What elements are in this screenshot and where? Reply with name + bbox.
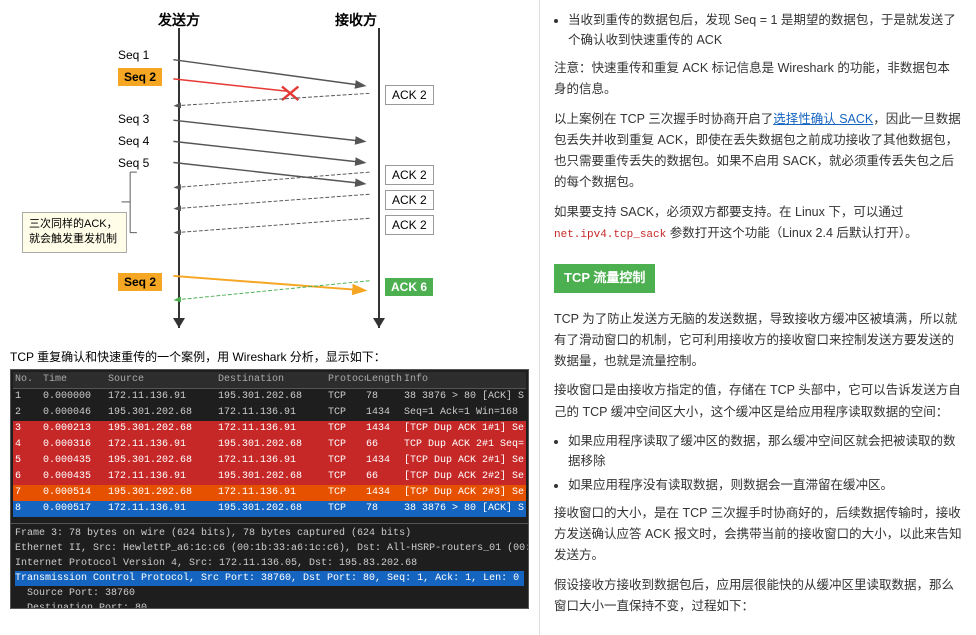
- seq-label-2b: Seq 2: [118, 273, 162, 291]
- receiver-timeline: [378, 28, 380, 328]
- ack-label-2a: ACK 2: [385, 85, 434, 105]
- table-row[interactable]: 8 0.000517 172.11.136.91 195.301.202.68 …: [13, 501, 526, 517]
- diagram-arrows: [10, 10, 529, 340]
- diagram-title-sender: 发送方: [158, 10, 200, 30]
- seq-label-1: Seq 1: [118, 48, 149, 62]
- detail-row: Internet Protocol Version 4, Src: 172.11…: [15, 556, 524, 571]
- table-row[interactable]: 1 0.000000 172.11.136.91 195.301.202.68 …: [13, 389, 526, 405]
- section-header-wrapper: TCP 流量控制: [554, 254, 962, 300]
- ack-label-2b: ACK 2: [385, 165, 434, 185]
- diagram-title-receiver: 接收方: [335, 10, 377, 30]
- left-panel: 发送方 接收方 Seq 1 Seq 2 Seq 3 Seq 4 Seq 5 Se…: [0, 0, 540, 635]
- bullet-item: 如果应用程序没有读取数据，则数据会一直滞留在缓冲区。: [568, 475, 962, 495]
- detail-row: Ethernet II, Src: HewlettP_a6:1c:c6 (00:…: [15, 541, 524, 556]
- sack-link[interactable]: 选择性确认 SACK: [773, 112, 873, 126]
- detail-row-selected[interactable]: Transmission Control Protocol, Src Port:…: [15, 571, 524, 586]
- ack-label-2d: ACK 2: [385, 215, 434, 235]
- seq-label-5: Seq 5: [118, 156, 149, 170]
- table-row[interactable]: 2 0.000046 195.301.202.68 172.11.136.91 …: [13, 405, 526, 421]
- top-bullets: 当收到重传的数据包后，发现 Seq = 1 是期望的数据包，于是就发送了个确认收…: [568, 10, 962, 50]
- window-bullets: 如果应用程序读取了缓冲区的数据，那么缓冲空间区就会把被读取的数据移除 如果应用程…: [568, 431, 962, 495]
- section-title: TCP 流量控制: [554, 264, 655, 292]
- bracket-text: 三次同样的ACK，就会触发重发机制: [29, 218, 118, 245]
- section-body3: 接收窗口的大小，是在 TCP 三次握手时协商好的，后续数据传输时，接收方发送确认…: [554, 503, 962, 567]
- detail-row: Source Port: 38760: [15, 586, 524, 601]
- section-body1: TCP 为了防止发送方无脑的发送数据，导致接收方缓冲区被填满，所以就有了滑动窗口…: [554, 309, 962, 373]
- diagram-area: 发送方 接收方 Seq 1 Seq 2 Seq 3 Seq 4 Seq 5 Se…: [10, 10, 529, 340]
- bullet-item: 如果应用程序读取了缓冲区的数据，那么缓冲空间区就会把被读取的数据移除: [568, 431, 962, 471]
- wireshark-caption: TCP 重复确认和快速重传的一个案例，用 Wireshark 分析，显示如下：: [10, 348, 529, 365]
- wireshark-header: No. Time Source Destination Protocol Len…: [13, 372, 526, 389]
- ack-label-6: ACK 6: [385, 278, 433, 296]
- wireshark-detail: Frame 3: 78 bytes on wire (624 bits), 78…: [10, 524, 529, 609]
- table-row[interactable]: 7 0.000514 195.301.202.68 172.11.136.91 …: [13, 485, 526, 501]
- table-row[interactable]: 4 0.000316 172.11.136.91 195.301.202.68 …: [13, 437, 526, 453]
- section-body2: 接收窗口是由接收方指定的值，存储在 TCP 头部中，它可以告诉发送方自己的 TC…: [554, 380, 962, 423]
- table-row[interactable]: 5 0.000435 195.301.202.68 172.11.136.91 …: [13, 453, 526, 469]
- ack-label-2c: ACK 2: [385, 190, 434, 210]
- paragraph1: 以上案例在 TCP 三次握手时协商开启了选择性确认 SACK，因此一旦数据包丢失…: [554, 109, 962, 194]
- table-row[interactable]: 3 0.000213 195.301.202.68 172.11.136.91 …: [13, 421, 526, 437]
- bracket-annotation: 三次同样的ACK，就会触发重发机制: [22, 212, 127, 253]
- bullet-item: 当收到重传的数据包后，发现 Seq = 1 是期望的数据包，于是就发送了个确认收…: [568, 10, 962, 50]
- detail-row: Destination Port: 80: [15, 601, 524, 609]
- seq-label-4: Seq 4: [118, 134, 149, 148]
- sack-param: net.ipv4.tcp_sack: [554, 229, 666, 241]
- seq-label-2a: Seq 2: [118, 68, 162, 86]
- table-row[interactable]: 6 0.000435 172.11.136.91 195.301.202.68 …: [13, 469, 526, 485]
- section-body4: 假设接收方接收到数据包后，应用层很能快的从缓冲区里读取数据，那么窗口大小一直保持…: [554, 575, 962, 618]
- wireshark-table[interactable]: No. Time Source Destination Protocol Len…: [10, 369, 529, 524]
- paragraph2: 如果要支持 SACK，必须双方都要支持。在 Linux 下，可以通过 net.i…: [554, 202, 962, 245]
- right-panel: 当收到重传的数据包后，发现 Seq = 1 是期望的数据包，于是就发送了个确认收…: [540, 0, 976, 635]
- sender-timeline: [178, 28, 180, 328]
- note-text: 注意：快速重传和重复 ACK 标记信息是 Wireshark 的功能，非数据包本…: [554, 58, 962, 101]
- detail-row: Frame 3: 78 bytes on wire (624 bits), 78…: [15, 526, 524, 541]
- seq-label-3: Seq 3: [118, 112, 149, 126]
